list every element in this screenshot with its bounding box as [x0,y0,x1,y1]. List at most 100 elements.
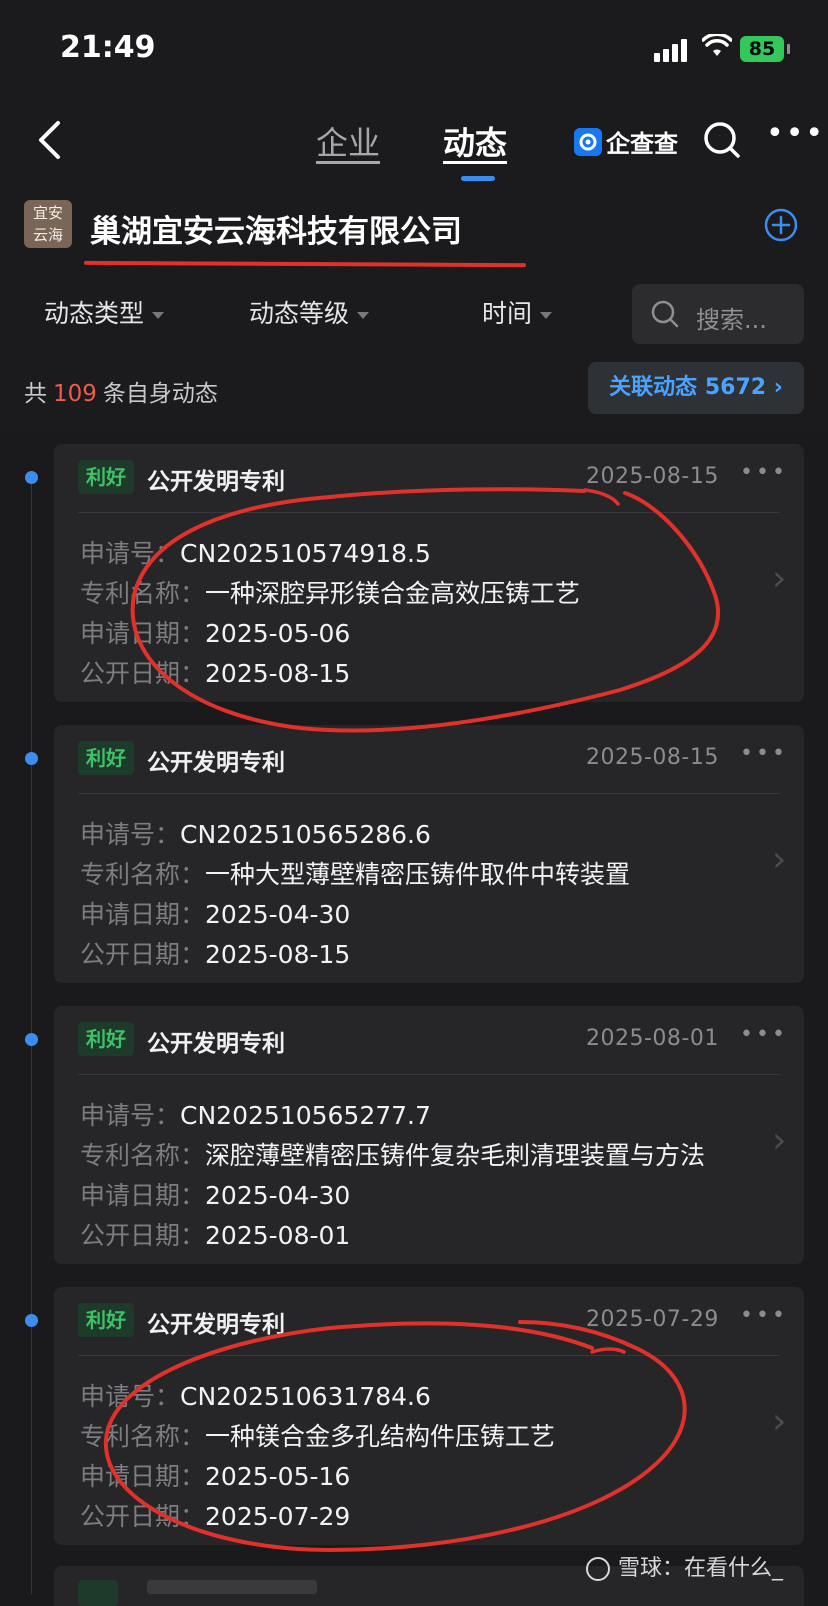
company-logo: 宜安 云海 [24,200,72,248]
back-icon[interactable] [36,120,62,160]
status-time: 21:49 [60,30,156,65]
more-icon[interactable]: ••• [740,1022,788,1047]
summary-bar: 共 109 条自身动态 关联动态 5672 › [0,350,828,426]
chevron-down-icon [357,311,370,319]
divider [78,1074,780,1075]
item-type: 公开发明专利 [147,469,285,495]
filter-time[interactable]: 时间 [482,294,553,330]
field-publish-date: 公开日期：2025-08-15 [80,935,350,971]
field-value: 2025-05-16 [205,1462,351,1491]
field-patent-name: 专利名称：深腔薄壁精密压铸件复杂毛刺清理装置与方法 [80,1136,705,1172]
filter-type-label: 动态类型 [44,299,145,328]
field-patent-name: 专利名称：一种深腔异形镁合金高效压铸工艺 [80,574,580,610]
watermark: 雪球：在看什么_ [586,1550,783,1582]
list-item[interactable]: 利好 公开发明专利 2025-07-29 ••• 申请号：CN202510631784.… [54,1287,804,1545]
field-label: 专利名称： [80,860,206,889]
field-value: 2025-08-15 [205,659,351,688]
summary-prefix: 共 [24,381,47,407]
field-label: 申请日期： [80,900,206,929]
battery-cap [787,44,790,54]
field-label: 公开日期： [80,940,206,969]
field-label: 公开日期： [80,1221,206,1250]
list-item[interactable]: 利好 公开发明专利 2025-08-15 ••• 申请号：CN202510565286.… [54,725,804,983]
more-icon[interactable]: ••• [740,1303,788,1328]
divider [78,512,780,513]
more-icon[interactable]: ••• [740,741,788,766]
chevron-right-icon: › [772,1401,787,1442]
chevron-right-icon: › [772,1120,787,1161]
field-apply-date: 申请日期：2025-04-30 [80,895,350,931]
chevron-down-icon [152,311,165,319]
more-icon[interactable]: ••• [740,460,788,485]
field-value: CN202510565277.7 [180,1101,431,1130]
list-item[interactable]: 利好 公开发明专利 2025-08-15 ••• 申请号：CN202510574918.… [54,444,804,702]
field-label: 公开日期： [80,1502,206,1531]
brand-name: 企查查 [606,130,678,158]
related-dynamics-button[interactable]: 关联动态 5672 › [588,362,804,414]
watermark-text: 雪球：在看什么_ [618,1556,784,1581]
search-icon[interactable] [702,120,742,160]
field-apply-date: 申请日期：2025-05-16 [80,1457,350,1493]
field-value: CN202510565286.6 [180,820,431,849]
tag-badge: 利好 [78,1303,134,1337]
annotation-underline [83,260,527,268]
tab-enterprise[interactable]: 企业 [316,118,380,164]
search-placeholder: 搜索... [696,306,767,334]
search-icon [651,300,679,328]
search-input[interactable]: 搜索... [632,284,804,344]
field-label: 专利名称： [80,1422,206,1451]
list-item-title [147,1580,317,1594]
field-value: 一种大型薄壁精密压铸件取件中转装置 [205,860,631,889]
field-app-no: 申请号：CN202510565286.6 [80,815,431,851]
field-app-no: 申请号：CN202510631784.6 [80,1377,431,1413]
summary-text: 共 109 条自身动态 [24,374,218,408]
follow-plus-icon[interactable] [764,208,798,242]
qichacha-icon [574,127,602,156]
field-apply-date: 申请日期：2025-04-30 [80,1176,350,1212]
filter-level-label: 动态等级 [249,299,350,328]
field-app-no: 申请号：CN202510574918.5 [80,534,431,570]
tab-dynamics[interactable]: 动态 [443,118,507,164]
chevron-right-icon: › [773,375,783,400]
field-label: 申请日期： [80,1181,206,1210]
signal-icon [654,38,687,62]
field-patent-name: 专利名称：一种大型薄壁精密压铸件取件中转装置 [80,855,630,891]
chevron-down-icon [540,311,553,319]
tag-badge: 利好 [78,460,134,494]
chevron-right-icon: › [772,558,787,599]
timeline-dot [25,471,38,484]
timeline-dot [25,752,38,765]
filter-bar: 动态类型 动态等级 时间 搜索... [0,272,828,351]
field-value: 2025-07-29 [205,1502,351,1531]
divider [78,1355,780,1356]
tab-indicator [461,176,495,181]
field-apply-date: 申请日期：2025-05-06 [80,614,350,650]
related-count: 5672 [704,375,767,400]
field-label: 申请日期： [80,1462,206,1491]
list-item[interactable]: 利好 公开发明专利 2025-08-01 ••• 申请号：CN202510565277.… [54,1006,804,1264]
field-label: 申请号： [80,539,181,568]
tag-badge: 利好 [78,1022,134,1056]
wifi-icon [702,34,732,56]
tag-badge: 利好 [78,741,134,775]
field-value: CN202510631784.6 [180,1382,431,1411]
field-value: CN202510574918.5 [180,539,431,568]
timeline-dot [25,1033,38,1046]
field-value: 2025-08-01 [205,1221,351,1250]
more-icon[interactable]: ••• [766,116,825,151]
company-name[interactable]: 巢湖宜安云海科技有限公司 [90,206,462,251]
field-label: 申请号： [80,1101,181,1130]
filter-type[interactable]: 动态类型 [44,294,165,330]
company-header: 宜安 云海 巢湖宜安云海科技有限公司 [0,184,828,273]
item-type: 公开发明专利 [147,1312,285,1338]
field-app-no: 申请号：CN202510565277.7 [80,1096,431,1132]
field-label: 申请号： [80,820,181,849]
field-value: 深腔薄壁精密压铸件复杂毛刺清理装置与方法 [205,1141,706,1170]
item-type: 公开发明专利 [147,1031,285,1057]
item-date: 2025-08-01 [586,1026,719,1051]
field-value: 2025-04-30 [205,1181,351,1210]
filter-level[interactable]: 动态等级 [249,294,370,330]
brand-logo: 企查查 [574,124,678,159]
field-label: 申请号： [80,1382,181,1411]
xueqiu-icon [586,1557,610,1581]
